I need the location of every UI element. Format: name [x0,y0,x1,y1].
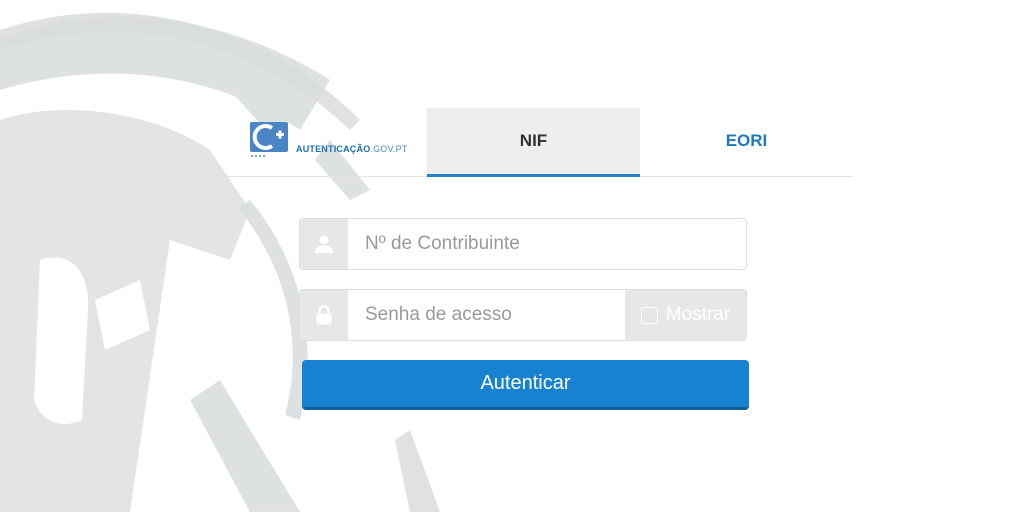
password-field: Mostrar [299,289,747,341]
tab-nif-label: NIF [519,131,548,150]
nif-input[interactable] [348,219,746,269]
logo: AUTENTICAÇÃO.GOV.PT [250,122,420,162]
show-password-checkbox[interactable] [640,306,658,324]
logo-text-light: .GOV.PT [370,144,408,154]
password-input[interactable] [348,290,625,340]
logo-text-strong: AUTENTICAÇÃO [296,144,371,154]
autenticacao-gov-logo-icon [250,122,288,157]
show-password-toggle[interactable]: Mostrar [625,290,746,340]
tab-eori-label: EORI [725,131,768,150]
lock-icon [316,305,332,325]
show-password-label: Mostrar [665,304,731,325]
password-field-icon-box [300,290,348,340]
authenticate-button[interactable]: Autenticar [302,360,749,410]
tab-nif[interactable]: NIF [427,108,640,177]
tab-eori[interactable]: EORI [640,108,853,174]
nif-field [299,218,747,270]
user-icon [315,235,333,253]
logo-wordmark: AUTENTICAÇÃO.GOV.PT [296,144,408,154]
nif-field-icon-box [300,219,348,269]
login-page: AUTENTICAÇÃO.GOV.PT NIF EORI Nº de Contr… [0,0,1024,512]
header: AUTENTICAÇÃO.GOV.PT NIF EORI [213,108,853,177]
